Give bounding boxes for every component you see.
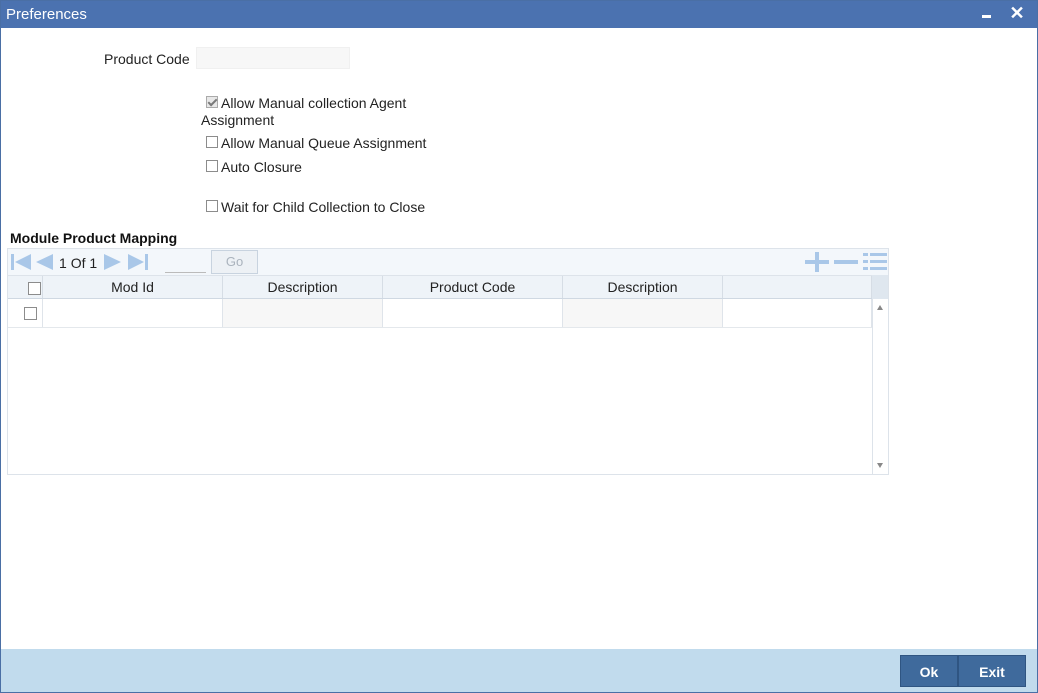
last-page-icon[interactable]	[127, 252, 149, 272]
scroll-up-icon[interactable]	[877, 305, 883, 310]
minimize-button[interactable]	[975, 3, 997, 25]
auto-closure-label: Auto Closure	[221, 159, 302, 175]
allow-manual-agent-label: Allow Manual collection Agent	[221, 95, 407, 111]
select-all-checkbox[interactable]	[28, 282, 41, 295]
ok-button[interactable]: Ok	[900, 655, 958, 687]
filler-cell	[723, 299, 872, 327]
first-page-icon[interactable]	[10, 252, 32, 272]
allow-manual-agent-label-line2: Assignment	[201, 112, 275, 128]
goto-page-input[interactable]	[165, 252, 206, 273]
grid-header: Mod Id Description Product Code Descript…	[8, 275, 888, 299]
next-page-icon[interactable]	[103, 252, 123, 272]
prev-page-icon[interactable]	[34, 252, 54, 272]
window-title: Preferences	[6, 6, 87, 23]
total-pages: 1	[89, 255, 98, 271]
title-bar: Preferences ✕	[1, 1, 1037, 28]
column-header-description[interactable]: Description	[223, 276, 383, 298]
add-row-icon[interactable]	[805, 252, 829, 272]
auto-closure-checkbox[interactable]	[206, 160, 218, 172]
allow-manual-queue-checkbox[interactable]	[206, 136, 218, 148]
exit-button[interactable]: Exit	[958, 655, 1026, 687]
preferences-window: Preferences ✕ Product Code Allow Manual …	[0, 0, 1038, 693]
scroll-down-icon[interactable]	[877, 463, 883, 468]
column-header-filler	[723, 276, 872, 298]
close-button[interactable]: ✕	[1006, 3, 1028, 25]
allow-manual-queue-label: Allow Manual Queue Assignment	[221, 135, 427, 151]
page-of-label: Of	[70, 255, 86, 271]
wait-child-collection-checkbox[interactable]	[206, 200, 218, 212]
product-code-cell[interactable]	[383, 299, 563, 327]
module-product-mapping-title: Module Product Mapping	[10, 230, 178, 246]
select-all-cell	[8, 276, 43, 298]
allow-manual-agent-checkbox[interactable]	[206, 96, 218, 108]
product-code-field[interactable]	[196, 47, 350, 69]
description-cell	[223, 299, 383, 327]
column-header-product-description[interactable]: Description	[563, 276, 723, 298]
close-icon: ✕	[1009, 3, 1025, 23]
footer-bar: Ok Exit	[1, 649, 1037, 692]
row-select-checkbox[interactable]	[24, 307, 37, 320]
row-select-cell	[8, 299, 43, 327]
wait-child-collection-label: Wait for Child Collection to Close	[221, 199, 426, 215]
column-header-product-code[interactable]: Product Code	[383, 276, 563, 298]
single-view-icon[interactable]	[863, 252, 887, 272]
mod-id-cell[interactable]	[43, 299, 223, 327]
minimize-icon	[982, 15, 991, 18]
module-product-grid: 1 Of 1 Go Mod Id Description Product Cod…	[7, 248, 889, 475]
current-page: 1	[59, 255, 67, 271]
table-row[interactable]	[8, 299, 872, 328]
vertical-scrollbar[interactable]	[872, 299, 888, 474]
delete-row-icon[interactable]	[834, 252, 858, 272]
product-description-cell	[563, 299, 723, 327]
grid-toolbar: 1 Of 1 Go	[8, 249, 888, 275]
scrollbar-header	[872, 275, 888, 299]
page-indicator: 1 Of 1	[59, 255, 97, 271]
product-code-label: Product Code	[104, 51, 190, 67]
column-header-mod-id[interactable]: Mod Id	[43, 276, 223, 298]
go-button[interactable]: Go	[211, 250, 258, 274]
